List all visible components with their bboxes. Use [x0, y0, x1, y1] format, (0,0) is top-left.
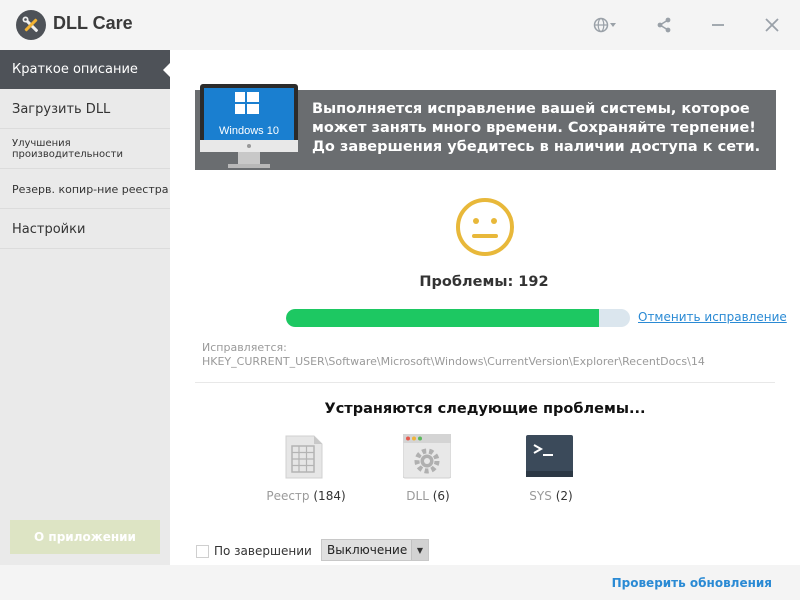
chevron-down-icon: ▼ — [411, 540, 428, 560]
monitor-icon: Windows 10 — [200, 84, 298, 168]
close-icon — [765, 18, 779, 32]
sidebar-item-label: Улучшения производительности — [12, 138, 123, 160]
fixing-label: Исправляется: — [202, 341, 287, 354]
progress-fill — [286, 309, 600, 327]
divider — [195, 382, 775, 383]
sidebar-item-settings[interactable]: Настройки — [0, 210, 170, 249]
category-name: DLL — [406, 489, 429, 503]
fixing-path: HKEY_CURRENT_USER\Software\Microsoft\Win… — [202, 355, 705, 368]
on-complete-label: По завершении — [214, 544, 312, 558]
share-icon — [657, 17, 671, 33]
on-complete-action-select[interactable]: Выключение ▼ — [321, 539, 429, 561]
sidebar-item-registry-backup[interactable]: Резерв. копир-ние реестра — [0, 170, 170, 209]
minimize-button[interactable] — [706, 12, 730, 38]
registry-icon — [285, 435, 323, 479]
sidebar-item-label: Настройки — [12, 221, 86, 237]
app-title: DLL Care — [53, 13, 133, 33]
category-registry: Реестр (184) — [246, 489, 366, 503]
dll-gear-icon — [403, 434, 451, 479]
category-dll: DLL (6) — [368, 489, 488, 503]
language-button[interactable] — [590, 12, 620, 38]
globe-icon — [593, 17, 616, 33]
issues-title: Устраняются следующие проблемы... — [324, 401, 646, 417]
close-button[interactable] — [760, 12, 784, 38]
sidebar-item-label: Краткое описание — [12, 62, 138, 77]
category-sys: SYS (2) — [491, 489, 611, 503]
wrench-screwdriver-icon — [16, 10, 46, 40]
category-count: (6) — [432, 489, 450, 503]
category-name: SYS — [529, 489, 552, 503]
neutral-face-icon — [456, 198, 514, 256]
active-indicator — [163, 62, 171, 78]
fixing-status: Исправляется: HKEY_CURRENT_USER\Software… — [202, 341, 705, 369]
category-name: Реестр — [266, 489, 310, 503]
sidebar-item-label: Загрузить DLL — [12, 101, 111, 117]
on-complete-checkbox[interactable] — [196, 545, 209, 558]
footer: Проверить обновления — [0, 565, 800, 600]
select-value: Выключение — [327, 543, 408, 557]
category-count: (184) — [313, 489, 346, 503]
sidebar-item-download-dll[interactable]: Загрузить DLL — [0, 90, 170, 129]
minimize-icon — [712, 24, 724, 26]
sidebar-item-overview[interactable]: Краткое описание — [0, 50, 171, 89]
problems-count: Проблемы: 192 — [419, 274, 549, 290]
title-bar: DLL Care — [0, 0, 800, 50]
banner-message: Выполняется исправление вашей системы, к… — [312, 101, 761, 155]
category-count: (2) — [555, 489, 573, 503]
windows-version-label: Windows 10 — [219, 125, 279, 137]
terminal-icon — [526, 435, 573, 477]
info-banner: Windows 10 Выполняется исправление вашей… — [195, 84, 776, 170]
sidebar-item-performance[interactable]: Улучшения производительности — [0, 130, 170, 169]
check-updates-link[interactable]: Проверить обновления — [612, 576, 772, 590]
about-button[interactable]: О приложении — [10, 520, 160, 554]
sidebar-item-label: Резерв. копир-ние реестра — [12, 182, 169, 196]
cancel-repair-link[interactable]: Отменить исправление — [638, 310, 787, 324]
sidebar: Краткое описание Загрузить DLL Улучшения… — [0, 50, 171, 565]
share-button[interactable] — [652, 12, 676, 38]
repair-progress-bar — [286, 309, 630, 327]
